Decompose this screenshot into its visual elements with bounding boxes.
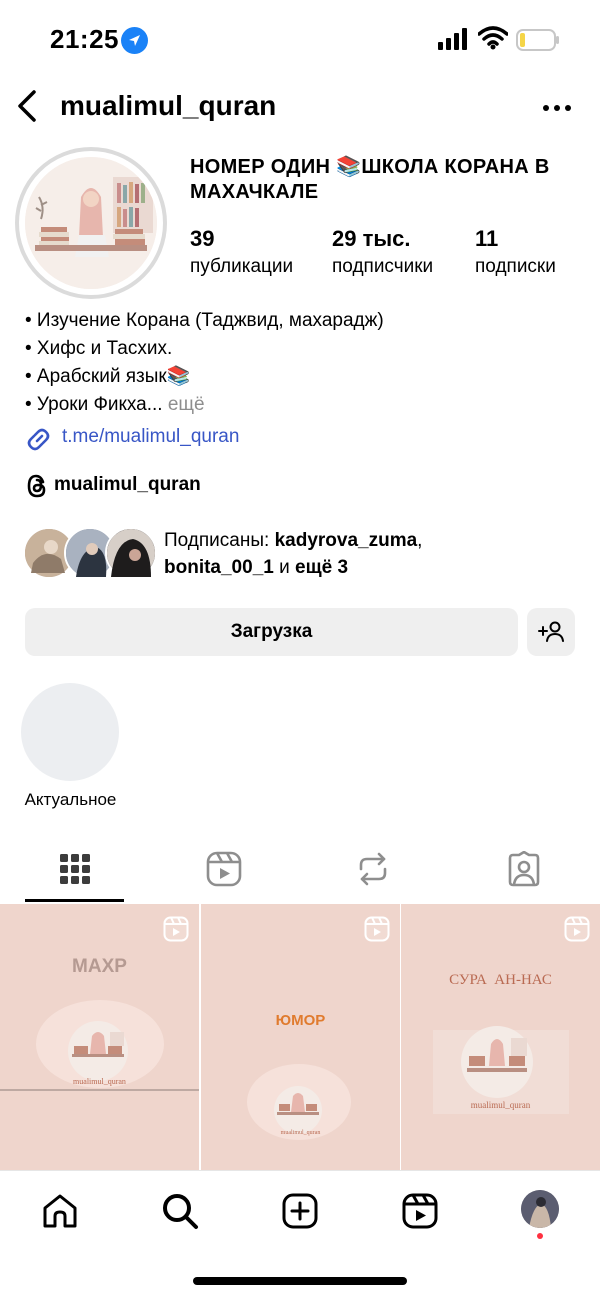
nav-profile-avatar[interactable] [521, 1190, 559, 1228]
status-bar: 21:25 [0, 0, 600, 80]
repost-icon [357, 851, 389, 892]
mutual-followers[interactable]: Подписаны: kadyrova_zuma, bonita_00_1 и … [23, 527, 583, 581]
reels-icon [206, 851, 242, 892]
bio-line: • Изучение Корана (Таджвид, махарадж) [25, 310, 384, 331]
followed-user[interactable]: kadyrova_zuma [275, 530, 418, 551]
link-text: t.me/mualimul_quran [62, 426, 240, 447]
post-tile[interactable]: СУРА АН-НАС mualimul_quran [401, 904, 600, 1170]
profile-tabs [0, 840, 600, 904]
followed-rest[interactable]: ещё 3 [295, 557, 348, 578]
followed-by-text: Подписаны: kadyrova_zuma, bonita_00_1 и … [164, 527, 584, 581]
stat-followers-label: подписчики [332, 256, 434, 277]
nav-search[interactable] [156, 1189, 204, 1237]
stat-posts[interactable]: 39 публикации [190, 226, 293, 280]
home-indicator [193, 1277, 407, 1285]
threads-handle: mualimul_quran [54, 474, 201, 495]
loading-button[interactable]: Загрузка [25, 608, 518, 656]
stat-posts-label: публикации [190, 256, 294, 277]
wifi-icon [477, 26, 509, 55]
battery-low-icon [516, 29, 560, 51]
back-chevron-icon[interactable] [10, 86, 44, 126]
stat-followers[interactable]: 29 тыс. подписчики [332, 226, 433, 280]
post-tile[interactable]: ЮМОР mualimul_quran [201, 904, 400, 1170]
bio-more-link[interactable]: ещё [163, 394, 205, 415]
tab-grid[interactable] [0, 840, 150, 902]
followed-prefix: Подписаны: [164, 530, 275, 551]
profile-stats: 39 публикации 29 тыс. подписчики 11 подп… [190, 226, 590, 286]
search-icon [161, 1192, 199, 1235]
followed-user[interactable]: bonita_00_1 [164, 557, 274, 578]
profile-avatar[interactable] [15, 147, 167, 299]
profile-username: mualimul_quran [60, 90, 277, 121]
highlight-label: Актуальное [24, 790, 117, 809]
create-icon [281, 1192, 319, 1235]
status-time: 21:25 [50, 24, 119, 54]
location-arrow-icon [121, 27, 148, 54]
bio-line: • Уроки Фикха... [25, 394, 163, 415]
tab-reels[interactable] [149, 840, 299, 902]
post-watermark: mualimul_quran [73, 1077, 126, 1086]
stat-posts-value: 39 [190, 226, 215, 251]
post-watermark: mualimul_quran [470, 1100, 531, 1110]
follower-avatar [105, 527, 157, 579]
threads-icon [25, 473, 49, 505]
tagged-icon [506, 850, 542, 892]
highlight-circle [21, 683, 119, 781]
stat-following-label: подписки [475, 256, 556, 277]
link-icon [25, 426, 53, 458]
avatar-illustration [25, 157, 157, 289]
bio-line: • Арабский язык📚 [25, 366, 191, 387]
nav-home[interactable] [36, 1189, 84, 1237]
post-illustration [0, 1000, 199, 1091]
ellipsis-icon[interactable] [541, 100, 573, 111]
profile-title: НОМЕР ОДИН 📚ШКОЛА КОРАНА В МАХАЧКАЛЕ [190, 156, 550, 203]
home-icon [41, 1192, 79, 1235]
followed-sep: , [417, 530, 423, 551]
stat-following[interactable]: 11 подписки [475, 226, 556, 280]
add-person-icon [537, 621, 565, 646]
followed-mid: и [273, 557, 295, 578]
reels-icon [401, 1192, 439, 1235]
posts-grid: МАХР mualimul_quran ЮМОР mualimul_quran [0, 904, 600, 1170]
bio-line-last: • Уроки Фикха... ещё [25, 391, 384, 419]
tab-tagged[interactable] [449, 840, 599, 902]
grid-icon [59, 853, 91, 890]
add-person-button[interactable] [527, 608, 575, 656]
nav-create[interactable] [276, 1189, 324, 1237]
active-tab-indicator [25, 899, 124, 902]
bio-text: • Изучение Корана (Таджвид, махарадж) • … [25, 307, 384, 419]
stat-followers-value: 29 тыс. [332, 226, 411, 251]
post-watermark: mualimul_quran [280, 1130, 321, 1136]
post-illustration [433, 1026, 569, 1114]
cellular-signal-icon [438, 28, 470, 55]
stat-following-value: 11 [475, 226, 499, 251]
notification-dot [537, 1233, 543, 1239]
bio-line: • Хифс и Тасхих. [25, 338, 173, 359]
nav-reels[interactable] [396, 1189, 444, 1237]
tab-reposts[interactable] [298, 840, 448, 902]
post-tile[interactable]: МАХР mualimul_quran [0, 904, 199, 1170]
